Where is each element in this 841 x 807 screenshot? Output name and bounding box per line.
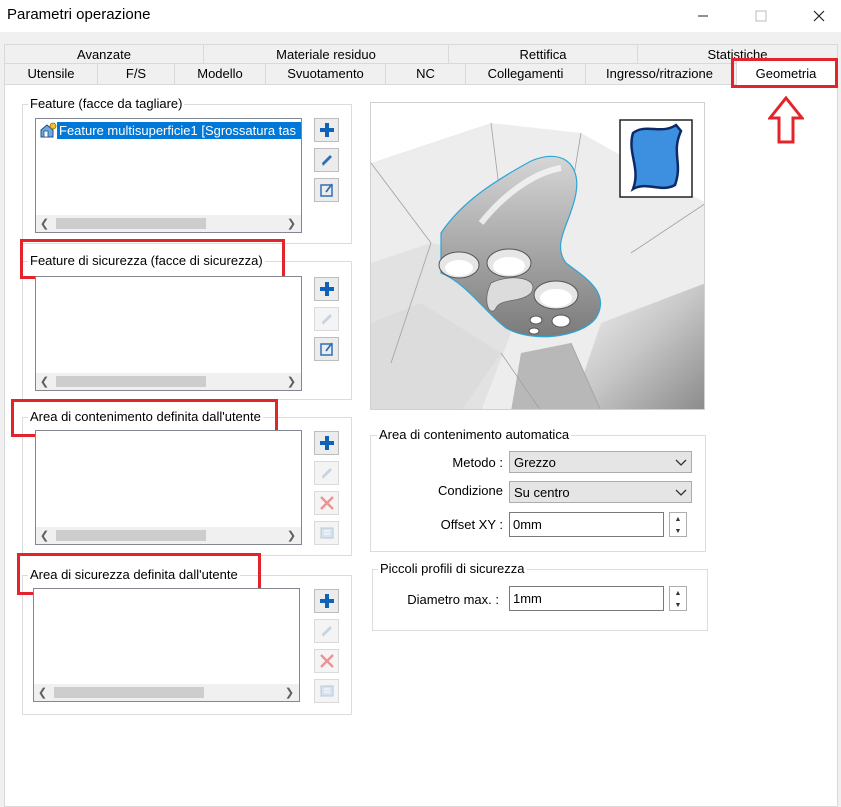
close-icon [813,10,825,22]
auto-contain-group-label: Area di contenimento automatica [377,427,572,442]
spin-up-icon[interactable]: ▲ [670,513,686,525]
scroll-right-icon[interactable]: ❯ [283,527,300,544]
condizione-value: Su centro [514,484,570,500]
chevron-down-icon [675,489,687,496]
plus-icon [319,436,334,450]
geometria-tab-highlight [731,58,838,88]
properties-user-contain-button[interactable] [314,521,339,545]
pencil-icon [321,314,332,325]
edit-feature-button[interactable] [314,148,339,172]
spin-down-icon[interactable]: ▼ [670,525,686,537]
scroll-left-icon[interactable]: ❮ [34,684,51,701]
spin-down-icon[interactable]: ▼ [670,599,686,611]
up-arrow-annotation-icon [768,96,804,144]
condizione-select[interactable]: Su centro [509,481,692,503]
pencil-icon [321,626,332,637]
tab-svuotamento[interactable]: Svuotamento [265,63,386,85]
tab-modello[interactable]: Modello [174,63,266,85]
pencil-icon [321,155,332,166]
scroll-thumb[interactable] [56,376,206,387]
scroll-left-icon[interactable]: ❮ [36,527,53,544]
close-button[interactable] [796,0,841,32]
user-contain-list-hscrollbar[interactable]: ❮ ❯ [36,527,301,544]
scroll-right-icon[interactable]: ❯ [281,684,298,701]
safety-feature-highlight [20,239,285,279]
tab-ingresso-ritrazione[interactable]: Ingresso/ritrazione [585,63,734,85]
edit-box-icon [319,183,333,197]
edit-safety-feature-button[interactable] [314,307,339,331]
plus-icon [319,282,334,296]
face-selection-icon [619,119,693,198]
tab-collegamenti[interactable]: Collegamenti [465,63,586,85]
list-item[interactable]: Feature multisuperficie1 [Sgrossatura ta… [57,122,301,139]
add-safety-feature-button[interactable] [314,277,339,301]
maximize-button[interactable] [738,0,784,32]
metodo-select[interactable]: Grezzo [509,451,692,473]
tab-materiale-residuo[interactable]: Materiale residuo [203,44,449,64]
user-contain-list[interactable]: ❮ ❯ [35,430,302,545]
diametro-max-spinner[interactable]: ▲ ▼ [669,586,687,611]
edit-user-safety-button[interactable] [314,619,339,643]
diametro-max-input[interactable]: 1mm [509,586,664,611]
multi-surface-feature-icon [39,122,57,138]
delete-x-icon [319,496,334,510]
user-safety-list-hscrollbar[interactable]: ❮ ❯ [34,684,299,701]
scroll-right-icon[interactable]: ❯ [283,373,300,390]
scroll-left-icon[interactable]: ❮ [36,373,53,390]
scroll-left-icon[interactable]: ❮ [36,215,53,232]
properties-icon [320,685,333,697]
minimize-icon [698,15,708,17]
offset-xy-input[interactable]: 0mm [509,512,664,537]
safety-feature-list[interactable]: ❮ ❯ [35,276,302,391]
tab-fs[interactable]: F/S [97,63,175,85]
title-bar: Parametri operazione [0,0,841,32]
add-user-contain-button[interactable] [314,431,339,455]
tab-utensile[interactable]: Utensile [4,63,98,85]
select-feature-button[interactable] [314,178,339,202]
scroll-thumb[interactable] [56,218,206,229]
safety-feature-list-hscrollbar[interactable]: ❮ ❯ [36,373,301,390]
delete-user-safety-button[interactable] [314,649,339,673]
delete-user-contain-button[interactable] [314,491,339,515]
chevron-down-icon [675,459,687,466]
minimize-button[interactable] [680,0,726,32]
metodo-value: Grezzo [514,454,556,470]
feature-group-label: Feature (facce da tagliare) [28,96,185,111]
feature-list[interactable]: Feature multisuperficie1 [Sgrossatura ta… [35,118,302,233]
select-safety-feature-button[interactable] [314,337,339,361]
properties-icon [320,527,333,539]
tab-nc[interactable]: NC [385,63,466,85]
add-user-safety-button[interactable] [314,589,339,613]
small-profiles-group-label: Piccoli profili di sicurezza [378,561,527,576]
edit-user-contain-button[interactable] [314,461,339,485]
tab-rettifica[interactable]: Rettifica [448,44,638,64]
properties-user-safety-button[interactable] [314,679,339,703]
plus-icon [319,123,334,137]
add-feature-button[interactable] [314,118,339,142]
metodo-label: Metodo : [452,455,503,470]
pencil-icon [321,468,332,479]
condizione-label: Condizione [437,483,503,498]
scroll-thumb[interactable] [56,530,206,541]
offset-xy-spinner[interactable]: ▲ ▼ [669,512,687,537]
geometry-preview-image [370,102,705,410]
edit-box-icon [319,342,333,356]
offset-xy-label: Offset XY : [440,517,503,532]
feature-list-hscrollbar[interactable]: ❮ ❯ [36,215,301,232]
scroll-thumb[interactable] [54,687,204,698]
window-title: Parametri operazione [7,6,151,23]
spin-up-icon[interactable]: ▲ [670,587,686,599]
plus-icon [319,594,334,608]
maximize-icon [755,10,767,22]
scroll-right-icon[interactable]: ❯ [283,215,300,232]
delete-x-icon [319,654,334,668]
diametro-max-label: Diametro max. : [407,592,499,607]
user-safety-list[interactable]: ❮ ❯ [33,588,300,702]
tab-avanzate[interactable]: Avanzate [4,44,204,64]
